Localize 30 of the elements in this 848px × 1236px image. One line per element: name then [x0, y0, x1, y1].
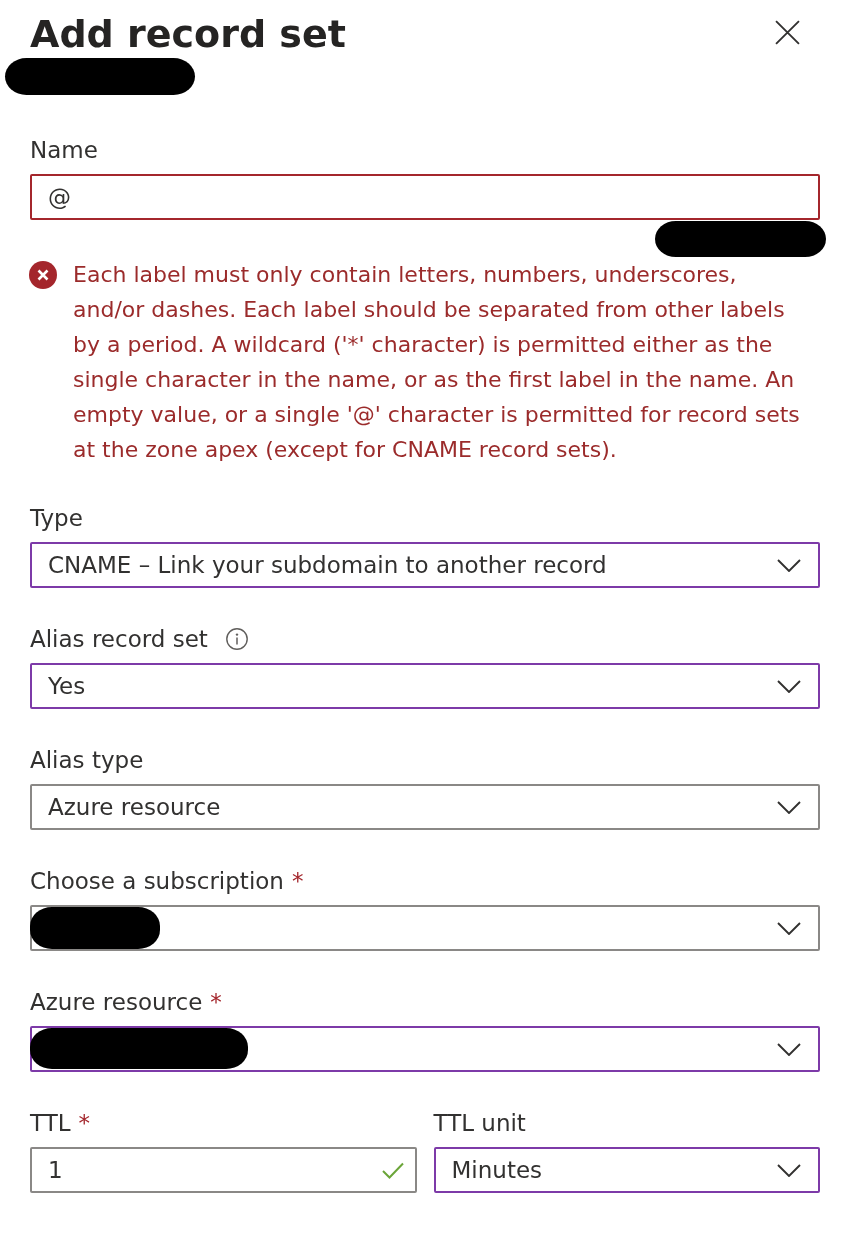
chevron-down-icon	[777, 800, 801, 814]
dropdown[interactable]: CNAME – Link your subdomain to another record	[30, 542, 820, 588]
field-label: Type	[30, 505, 83, 531]
chevron-down-icon	[777, 558, 801, 572]
required-mark: *	[291, 868, 304, 894]
chevron-down-icon	[777, 679, 801, 693]
error-message: Each label must only contain letters, numbers, underscores, and/or dashes. Each label should be separated from other labels by a period. A wildcard ('*' character) is permitted either as the single character in the name, or as the first label in the name. An empty value, or a single '@' character is permitted for record sets at the zone apex (except for CNAME record sets).	[73, 261, 801, 464]
field-label: Choose a subscription	[30, 868, 284, 894]
field-label: TTL unit	[433, 1110, 526, 1136]
dropdown[interactable]	[30, 905, 820, 951]
chevron-down-icon	[777, 921, 801, 935]
text-field[interactable]: @	[30, 174, 820, 220]
text-field[interactable]: 1	[30, 1147, 417, 1193]
field-label: Name	[30, 137, 98, 163]
dropdown[interactable]: Yes	[30, 663, 820, 709]
field-label: Alias type	[30, 747, 144, 773]
panel-title: Add record set	[30, 11, 346, 58]
chevron-down-icon	[777, 1042, 801, 1056]
dropdown[interactable]: Azure resource	[30, 784, 820, 830]
field-label: Alias record set	[30, 626, 208, 652]
field-label: TTL	[30, 1110, 71, 1136]
dropdown[interactable]: Minutes	[433, 1147, 820, 1193]
error-icon	[29, 261, 57, 289]
chevron-down-icon	[777, 1163, 801, 1177]
field-label: Azure resource	[30, 989, 203, 1015]
info-icon[interactable]	[225, 628, 248, 650]
dropdown[interactable]	[30, 1026, 820, 1072]
close-icon	[774, 19, 800, 45]
required-mark: *	[210, 989, 222, 1015]
required-mark: *	[78, 1110, 90, 1136]
